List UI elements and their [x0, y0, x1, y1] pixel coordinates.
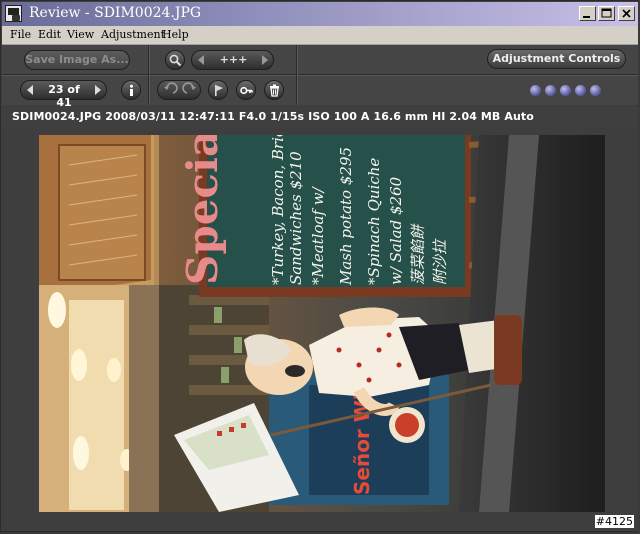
- board-line: 附沙拉: [431, 238, 449, 285]
- board-line: *Meatloaf w/: [309, 185, 327, 285]
- zoom-out-arrow-icon[interactable]: [198, 55, 204, 65]
- status-light: [575, 85, 586, 96]
- zoom-level-label: +++: [219, 53, 248, 66]
- close-button[interactable]: [618, 6, 635, 21]
- status-light: [530, 85, 541, 96]
- menu-file[interactable]: File: [10, 28, 31, 41]
- photo-preview[interactable]: Specials *Turkey, Bacon, Brie Cheese San…: [39, 135, 605, 512]
- image-id-watermark: #4125: [594, 515, 634, 528]
- flag-button[interactable]: [208, 80, 228, 100]
- next-image-icon[interactable]: [95, 85, 101, 95]
- board-line: 菠菜餡餅: [409, 223, 427, 285]
- adjustment-controls-button[interactable]: Adjustment Controls: [487, 49, 626, 69]
- board-line: *Spinach Quiche: [365, 158, 383, 285]
- image-navigator[interactable]: 23 of 41: [20, 80, 107, 109]
- exif-info-bar: SDIM0024.JPG 2008/03/11 12:47:11 F4.0 1/…: [2, 106, 638, 128]
- info-icon: [130, 84, 133, 96]
- toolbar-divider: [296, 45, 298, 105]
- info-button[interactable]: [121, 80, 141, 100]
- menu-help[interactable]: Help: [162, 28, 189, 41]
- rotate-group: [157, 80, 201, 100]
- camera-icon: [12, 15, 20, 21]
- window-title: Review - SDIM0024.JPG: [29, 5, 202, 21]
- image-viewport[interactable]: Specials *Turkey, Bacon, Brie Cheese San…: [2, 128, 638, 531]
- maximize-button[interactable]: [598, 6, 615, 21]
- zoom-in-arrow-icon[interactable]: [262, 55, 268, 65]
- minimize-button[interactable]: [579, 6, 596, 21]
- board-line: Mash potato $295: [337, 147, 355, 286]
- minimize-icon: [583, 16, 590, 18]
- rotate-icons: [164, 82, 196, 94]
- menu-view[interactable]: View: [67, 28, 94, 41]
- zoom-level-control[interactable]: +++: [191, 50, 274, 70]
- trash-icon: [270, 84, 279, 97]
- key-icon: [240, 86, 253, 95]
- delete-button[interactable]: [264, 80, 284, 100]
- maximize-icon: [601, 8, 612, 18]
- toolbar-divider: [148, 45, 150, 105]
- app-icon[interactable]: [5, 5, 22, 22]
- flag-icon: [215, 85, 223, 96]
- status-light: [590, 85, 601, 96]
- menu-bar: File Edit View Adjustment Help: [2, 26, 638, 45]
- photo-illustration: Specials *Turkey, Bacon, Brie Cheese San…: [39, 135, 605, 512]
- toolbar-divider: [2, 74, 638, 76]
- monitor-icon: [8, 8, 19, 15]
- exif-info-text: SDIM0024.JPG 2008/03/11 12:47:11 F4.0 1/…: [12, 110, 534, 123]
- zoom-button[interactable]: [165, 50, 185, 70]
- board-line: w/ Salad $260: [387, 176, 405, 285]
- title-bar[interactable]: Review - SDIM0024.JPG: [2, 2, 638, 26]
- board-line: Sandwiches $210: [287, 151, 305, 285]
- review-window: Review - SDIM0024.JPG File Edit View Adj…: [0, 0, 638, 532]
- close-icon: [622, 9, 631, 18]
- status-light: [545, 85, 556, 96]
- protect-button[interactable]: [236, 80, 256, 100]
- magnifier-icon: [169, 54, 182, 67]
- previous-image-icon[interactable]: [27, 85, 33, 95]
- status-light: [560, 85, 571, 96]
- board-line: *Turkey, Bacon, Brie Cheese: [269, 135, 287, 285]
- toolbar: Save Image As... +++ Adjustment Controls…: [2, 45, 638, 109]
- menu-edit[interactable]: Edit: [38, 28, 61, 41]
- save-image-as-button[interactable]: Save Image As...: [24, 50, 130, 70]
- menu-adjustment[interactable]: Adjustment: [101, 28, 165, 41]
- board-heading: Specials: [178, 135, 227, 285]
